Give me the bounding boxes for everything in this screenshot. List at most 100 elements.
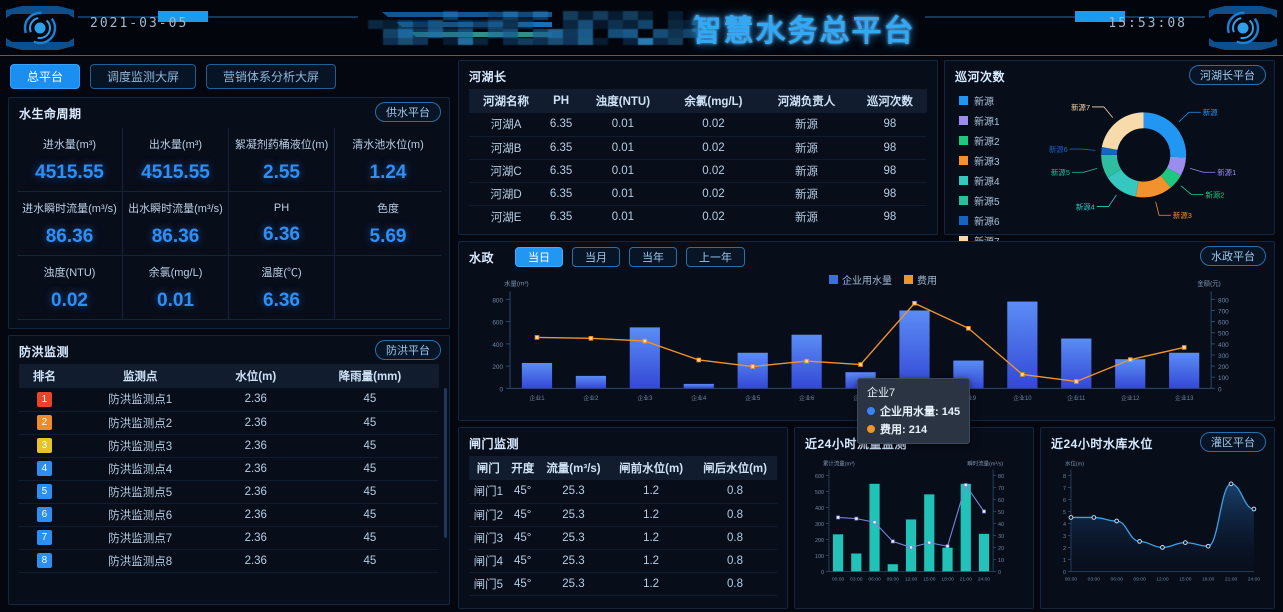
svg-text:60: 60 [998, 498, 1004, 504]
metric-value: 0.01 [157, 290, 194, 312]
flood-table-wrap[interactable]: 排名 监测点 水位(m) 降雨量(mm) 1 防洪监测点1 2.36 45 2 防洪监测点2 2.3… [19, 364, 439, 598]
cell-rain: 45 [301, 388, 439, 411]
water-affairs-panel: 水政 当日 当月 当年 上一年 水政平台 企业用水量 费用 0 200 400 600 8… [458, 241, 1275, 421]
table-row[interactable]: 河湖D 6.35 0.01 0.02 新源 98 [469, 182, 927, 205]
column-header: 降雨量(mm) [301, 364, 439, 388]
svg-text:12:00: 12:00 [905, 576, 918, 582]
flood-platform-button[interactable]: 防洪平台 [375, 340, 441, 360]
cell-rain: 45 [301, 411, 439, 434]
svg-text:12:00: 12:00 [1156, 576, 1169, 582]
svg-text:24:00: 24:00 [1248, 576, 1261, 582]
metric-card-3: 清水池水位(m) 1.24 [335, 128, 441, 192]
svg-text:新源6: 新源6 [1049, 144, 1068, 154]
app-title-text: 智慧水务总平台 [692, 6, 916, 50]
table-row[interactable]: 闸门3 45° 25.3 1.2 0.8 [469, 526, 777, 549]
flood-monitor-panel: 防洪监测 防洪平台 排名 监测点 水位(m) 降雨量(mm) 1 防洪监测点1 2.36 45… [8, 335, 450, 605]
cell-owner: 新源 [760, 182, 853, 205]
table-row[interactable]: 河湖B 6.35 0.01 0.02 新源 98 [469, 136, 927, 159]
cell-opening: 45° [508, 549, 538, 572]
cell-back: 0.8 [693, 549, 777, 572]
table-row[interactable]: 3 防洪监测点3 2.36 45 [19, 434, 439, 457]
cell-level: 2.36 [211, 457, 301, 480]
svg-text:200: 200 [492, 364, 503, 371]
table-row[interactable]: 闸门1 45° 25.3 1.2 0.8 [469, 480, 777, 503]
svg-text:21:00: 21:00 [960, 576, 973, 582]
svg-text:水量(m³): 水量(m³) [504, 279, 529, 288]
cell-flow: 25.3 [538, 526, 609, 549]
flow-24h-chart: 010020030040050060001020304050607080累计流量… [795, 428, 1033, 608]
cell-owner: 新源 [760, 113, 853, 136]
cell-point: 防洪监测点4 [70, 457, 211, 480]
metric-card-empty [335, 256, 441, 320]
svg-text:新源: 新源 [1203, 107, 1218, 117]
tooltip-label-usage: 企业用水量: 145 [880, 403, 960, 419]
cell-flow: 25.3 [538, 549, 609, 572]
metric-card-6: PH 6.36 [229, 192, 335, 256]
nav-tab-2[interactable]: 营销体系分析大屏 [206, 64, 336, 89]
cell-rain: 45 [301, 526, 439, 549]
table-row[interactable]: 闸门5 45° 25.3 1.2 0.8 [469, 572, 777, 595]
table-row[interactable]: 2 防洪监测点2 2.36 45 [19, 411, 439, 434]
cell-rain: 45 [301, 434, 439, 457]
table-row[interactable]: 河湖A 6.35 0.01 0.02 新源 98 [469, 113, 927, 136]
cell-patrols: 98 [853, 205, 927, 228]
cell-rank: 3 [19, 434, 70, 457]
svg-text:09:00: 09:00 [887, 576, 900, 582]
table-row[interactable]: 4 防洪监测点4 2.36 45 [19, 457, 439, 480]
table-row[interactable]: 6 防洪监测点6 2.36 45 [19, 503, 439, 526]
cell-name: 河湖A [469, 113, 543, 136]
table-row[interactable]: 河湖E 6.35 0.01 0.02 新源 98 [469, 205, 927, 228]
river-chief-title: 河湖长 [469, 68, 507, 85]
metric-label: 色度 [377, 200, 399, 216]
cell-rank: 6 [19, 503, 70, 526]
table-row[interactable]: 闸门4 45° 25.3 1.2 0.8 [469, 549, 777, 572]
column-header: 排名 [19, 364, 70, 388]
metric-value: 6.36 [263, 290, 300, 312]
svg-text:8: 8 [1063, 474, 1066, 480]
gate-monitor-table: 闸门 开度 流量(m³/s) 闸前水位(m) 闸后水位(m) 闸门1 45° 25.3 1.2 0… [469, 456, 777, 596]
metric-value: 1.24 [370, 162, 407, 184]
svg-text:50: 50 [998, 510, 1004, 516]
cell-rain: 45 [301, 503, 439, 526]
svg-text:新源4: 新源4 [1076, 201, 1095, 211]
cell-opening: 45° [508, 480, 538, 503]
cell-rank: 1 [19, 388, 70, 411]
nav-tab-0[interactable]: 总平台 [10, 64, 80, 89]
cell-point: 防洪监测点7 [70, 526, 211, 549]
svg-text:500: 500 [1218, 331, 1229, 338]
nav-tab-1[interactable]: 调度监测大屏 [90, 64, 196, 89]
cell-point: 防洪监测点5 [70, 480, 211, 503]
flood-table-scrollbar[interactable] [444, 388, 447, 538]
cell-cl: 0.02 [667, 205, 761, 228]
svg-text:20: 20 [998, 546, 1004, 552]
metric-value: 86.36 [152, 226, 200, 248]
svg-text:06:00: 06:00 [868, 576, 881, 582]
metric-label: 余氯(mg/L) [149, 264, 203, 280]
column-header: 开度 [508, 456, 538, 480]
column-header: 闸前水位(m) [609, 456, 693, 480]
table-row[interactable]: 河湖C 6.35 0.01 0.02 新源 98 [469, 159, 927, 182]
cell-point: 防洪监测点8 [70, 549, 211, 572]
metric-card-2: 絮凝剂药桶液位(m) 2.55 [229, 128, 335, 192]
svg-text:600: 600 [1218, 320, 1229, 327]
cell-ntu: 0.01 [579, 159, 666, 182]
cell-owner: 新源 [760, 136, 853, 159]
cell-ph: 6.35 [543, 136, 579, 159]
metric-value: 4515.55 [35, 162, 104, 184]
cell-ph: 6.35 [543, 205, 579, 228]
table-row[interactable]: 7 防洪监测点7 2.36 45 [19, 526, 439, 549]
svg-text:4: 4 [1063, 522, 1066, 528]
supply-platform-button[interactable]: 供水平台 [375, 102, 441, 122]
main-nav: 总平台 调度监测大屏 营销体系分析大屏 [10, 64, 336, 89]
table-row[interactable]: 闸门2 45° 25.3 1.2 0.8 [469, 503, 777, 526]
svg-text:30: 30 [998, 534, 1004, 540]
cell-rank: 4 [19, 457, 70, 480]
svg-text:100: 100 [1218, 375, 1229, 382]
cell-front: 1.2 [609, 549, 693, 572]
table-row[interactable]: 5 防洪监测点5 2.36 45 [19, 480, 439, 503]
table-row[interactable]: 8 防洪监测点8 2.36 45 [19, 549, 439, 572]
table-row[interactable]: 1 防洪监测点1 2.36 45 [19, 388, 439, 411]
svg-text:0: 0 [1063, 570, 1066, 576]
column-header: 流量(m³/s) [538, 456, 609, 480]
svg-text:300: 300 [815, 522, 824, 528]
